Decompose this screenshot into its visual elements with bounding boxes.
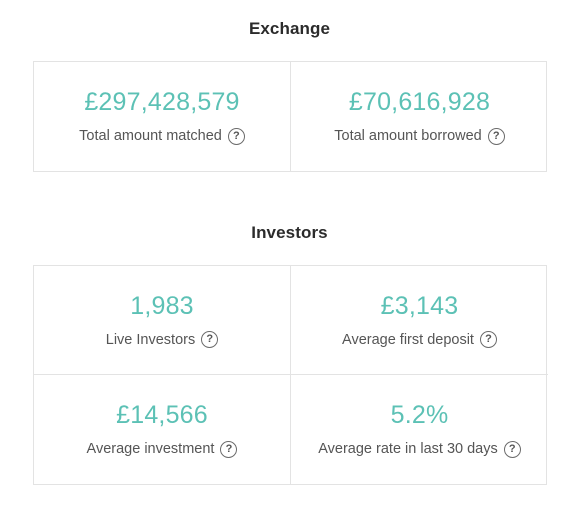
help-icon[interactable]: ? — [201, 331, 219, 348]
help-icon[interactable]: ? — [487, 127, 505, 145]
stat-average-rate-30-days: 5.2% Average rate in last 30 days ? — [291, 375, 548, 484]
exchange-stats-grid: £297,428,579 Total amount matched ? £70,… — [33, 61, 547, 172]
stat-value: 1,983 — [130, 291, 194, 320]
stat-label: Live Investors — [105, 331, 196, 348]
stat-average-first-deposit: £3,143 Average first deposit ? — [291, 266, 548, 375]
stat-value: £14,566 — [116, 401, 208, 429]
help-icon[interactable]: ? — [220, 440, 238, 458]
help-icon[interactable]: ? — [227, 127, 245, 145]
investors-stats-grid: 1,983 Live Investors ? £3,143 Average fi… — [33, 265, 548, 485]
stat-label-row: Total amount matched ? — [79, 126, 245, 146]
stat-label: Average investment — [86, 441, 215, 457]
stat-label: Total amount matched — [79, 128, 222, 144]
stat-average-investment: £14,566 Average investment ? — [34, 375, 291, 484]
stat-live-investors: 1,983 Live Investors ? — [34, 266, 291, 375]
help-icon[interactable]: ? — [503, 440, 521, 458]
help-icon[interactable]: ? — [479, 331, 497, 348]
stat-value: 5.2% — [390, 401, 449, 429]
exchange-section-title: Exchange — [248, 19, 331, 38]
stat-label: Total amount borrowed — [334, 128, 482, 144]
stat-label: Average first deposit — [342, 331, 474, 348]
stat-label-row: Average investment ? — [87, 439, 238, 459]
stat-label-row: Average rate in last 30 days ? — [318, 439, 521, 459]
stat-label-row: Live Investors ? — [105, 330, 219, 350]
stat-value: £297,428,579 — [84, 88, 240, 116]
stat-label-row: Total amount borrowed ? — [334, 126, 505, 146]
investors-section-title: Investors — [251, 223, 328, 242]
stat-value: £70,616,928 — [348, 88, 491, 116]
stat-label-row: Average first deposit ? — [342, 330, 497, 350]
stat-value: £3,143 — [380, 291, 459, 320]
stat-total-amount-matched: £297,428,579 Total amount matched ? — [34, 62, 291, 171]
stat-total-amount-borrowed: £70,616,928 Total amount borrowed ? — [291, 62, 548, 171]
stat-label: Average rate in last 30 days — [318, 441, 498, 457]
